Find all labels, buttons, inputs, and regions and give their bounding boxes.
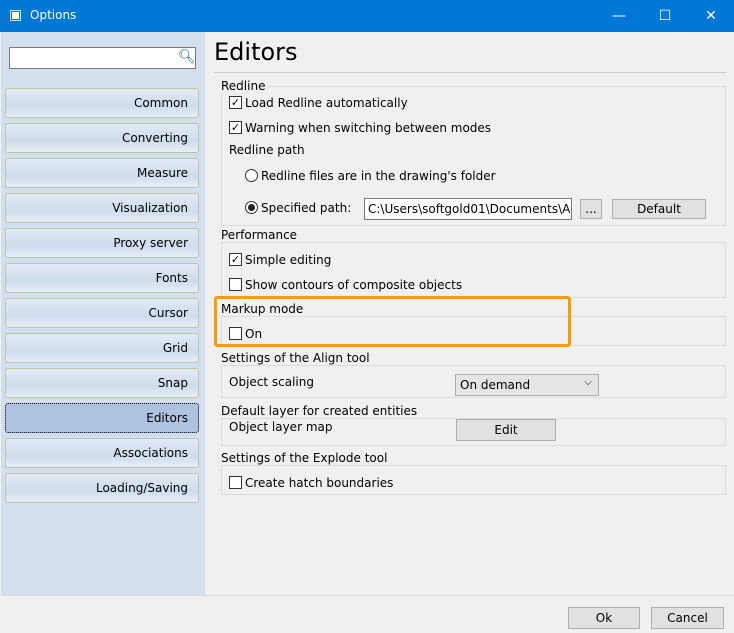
sidebar-item-associations[interactable]: Associations <box>5 438 199 468</box>
footer-divider <box>0 595 734 596</box>
warning-checkbox[interactable]: ✓ <box>229 121 242 134</box>
minimize-button[interactable]: — <box>596 0 642 32</box>
close-button[interactable]: ✕ <box>688 0 734 32</box>
cube-icon: ▣ <box>9 7 23 23</box>
highlight-box <box>214 296 571 347</box>
sidebar-item-cursor[interactable]: Cursor <box>5 298 199 328</box>
page-title: Editors <box>214 38 298 66</box>
group-label: Settings of the Explode tool <box>221 451 391 465</box>
group-label: Redline <box>221 79 269 93</box>
sidebar-item-grid[interactable]: Grid <box>5 333 199 363</box>
edit-button[interactable]: Edit <box>456 419 556 441</box>
redline-path-input[interactable]: C:\Users\softgold01\Documents\ABViewer <box>364 198 572 220</box>
sidebar-item-converting[interactable]: Converting <box>5 123 199 153</box>
sidebar-item-loading-saving[interactable]: Loading/Saving <box>5 473 199 503</box>
object-scaling-select[interactable]: On demand ⌵ <box>455 374 599 396</box>
search-input[interactable] <box>9 47 196 69</box>
checkbox-label: Load Redline automatically <box>245 96 408 110</box>
sidebar-item-proxy-server[interactable]: Proxy server <box>5 228 199 258</box>
browse-button[interactable]: ... <box>580 199 602 219</box>
group-label: Settings of the Align tool <box>221 351 373 365</box>
load-redline-checkbox[interactable]: ✓ <box>229 96 242 109</box>
chevron-down-icon: ⌵ <box>584 377 592 388</box>
checkbox-label: Create hatch boundaries <box>245 476 394 490</box>
sidebar-item-visualization[interactable]: Visualization <box>5 193 199 223</box>
window-title: Options <box>30 8 77 22</box>
contours-checkbox[interactable] <box>229 278 242 291</box>
group-label: Default layer for created entities <box>221 404 421 418</box>
radio-label: Specified path: <box>261 201 352 215</box>
radio-label: Redline files are in the drawing's folde… <box>261 169 496 183</box>
ok-button[interactable]: Ok <box>568 607 640 629</box>
default-button[interactable]: Default <box>612 199 706 219</box>
sidebar-item-common[interactable]: Common <box>5 88 199 118</box>
field-label: Object scaling <box>229 375 314 389</box>
select-value: On demand <box>460 378 531 392</box>
checkbox-label: Warning when switching between modes <box>245 121 492 135</box>
sidebar-item-fonts[interactable]: Fonts <box>5 263 199 293</box>
search-icon[interactable]: 🔍︎ <box>178 49 196 65</box>
checkbox-label: Simple editing <box>245 253 332 267</box>
sidebar-item-editors[interactable]: Editors <box>5 403 199 433</box>
group-label: Performance <box>221 228 301 242</box>
sidebar-item-snap[interactable]: Snap <box>5 368 199 398</box>
maximize-button[interactable]: ☐ <box>642 0 688 32</box>
title-bar: ▣ Options — ☐ ✕ <box>0 0 734 32</box>
divider <box>214 72 727 73</box>
folder-radio[interactable] <box>245 169 258 182</box>
field-label: Object layer map <box>229 420 333 434</box>
checkbox-label: Show contours of composite objects <box>245 278 463 292</box>
simple-editing-checkbox[interactable]: ✓ <box>229 253 242 266</box>
hatch-boundaries-checkbox[interactable] <box>229 476 242 489</box>
specified-path-radio[interactable] <box>245 201 258 214</box>
sidebar-item-measure[interactable]: Measure <box>5 158 199 188</box>
cancel-button[interactable]: Cancel <box>651 607 724 629</box>
section-label: Redline path <box>229 143 305 157</box>
